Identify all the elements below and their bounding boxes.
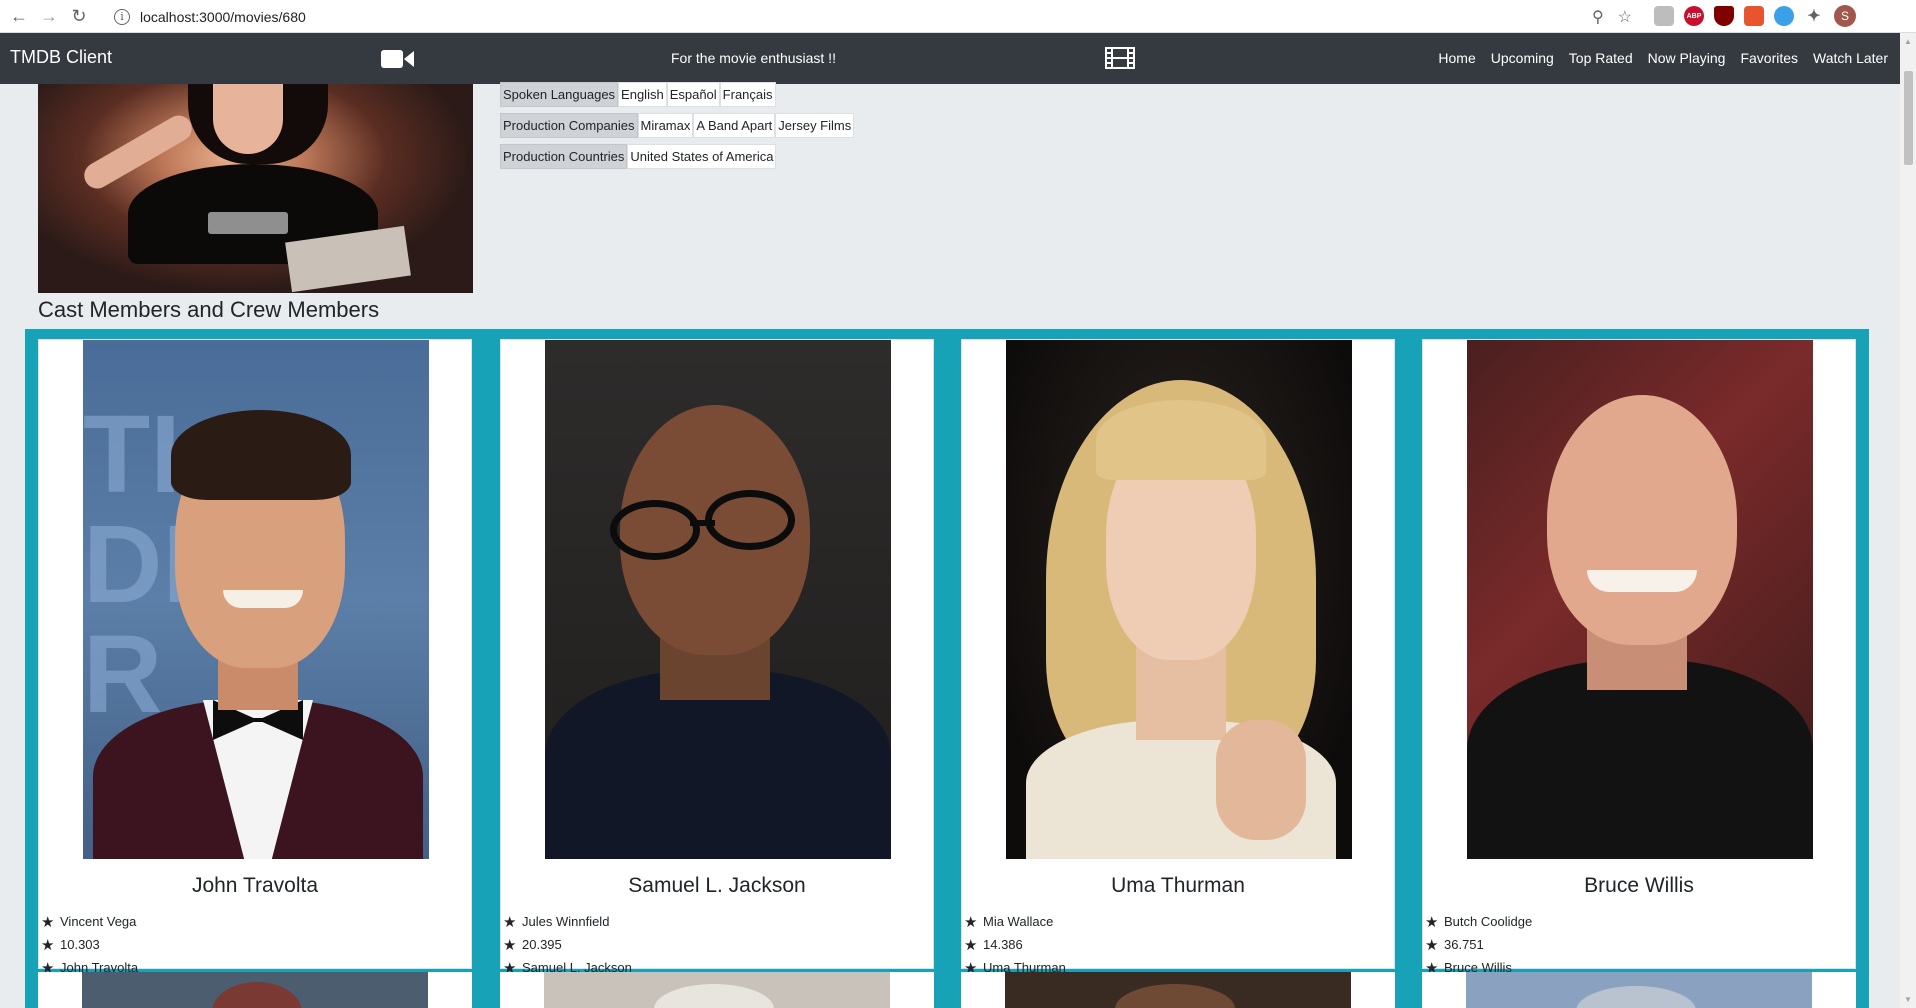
app-navbar: TMDB Client For the movie enthusiast !! … [0, 33, 1900, 84]
production-countries-label: Production Countries [500, 144, 628, 169]
movie-details: Spoken Languages English Español Françai… [500, 82, 855, 175]
cast-name[interactable]: Samuel L. Jackson [501, 874, 933, 898]
cast-popularity: 10.303 [60, 937, 100, 952]
adblock-icon[interactable]: ABP [1684, 6, 1704, 26]
star-icon: ★ [1425, 913, 1439, 931]
cast-card[interactable] [38, 972, 472, 1008]
cast-grid: TI DI R John Travolta ★ Vincent Vega ★ 10.30… [25, 329, 1869, 1008]
cast-name[interactable]: Uma Thurman [962, 874, 1394, 898]
scroll-up-icon[interactable]: ▲ [1904, 37, 1912, 46]
forward-arrow-icon[interactable]: → [34, 1, 64, 31]
ublock-icon[interactable] [1714, 6, 1734, 26]
company-item: A Band Apart [693, 113, 776, 138]
page-scrollbar[interactable]: ▲ ▼ [1900, 33, 1916, 1008]
movie-poster [38, 84, 473, 293]
star-icon: ★ [503, 913, 517, 931]
cast-photo [544, 972, 890, 1008]
brand-logo[interactable]: TMDB Client [10, 47, 112, 68]
nav-links: Home Upcoming Top Rated Now Playing Favo… [1438, 50, 1888, 66]
nav-top-rated[interactable]: Top Rated [1569, 50, 1633, 66]
extensions-bar: ABP ✦ S ⋮ [1654, 5, 1880, 27]
production-companies-row: Production Companies Miramax A Band Apar… [500, 113, 855, 138]
cast-character: Butch Coolidge [1444, 914, 1533, 929]
cast-character: Vincent Vega [60, 914, 137, 929]
cast-card[interactable]: Bruce Willis ★ Butch Coolidge ★ 36.751 ★ Br… [1422, 339, 1856, 977]
star-icon: ★ [1425, 936, 1439, 954]
cast-popularity: 20.395 [522, 937, 562, 952]
cast-popularity: 14.386 [983, 937, 1023, 952]
production-countries-row: Production Countries United States of Am… [500, 144, 854, 169]
browser-toolbar: ← → ↻ i localhost:3000/movies/680 ⚲ ☆ AB… [0, 0, 1916, 33]
company-item: Jersey Films [775, 113, 855, 138]
star-icon: ★ [964, 913, 978, 931]
extension-red-icon[interactable] [1744, 6, 1764, 26]
cast-meta: ★ Jules Winnfield ★ 20.395 ★ Samuel L. Jack… [503, 910, 632, 979]
cast-meta: ★ Mia Wallace ★ 14.386 ★ Uma Thurman [964, 910, 1066, 979]
back-arrow-icon[interactable]: ← [4, 1, 34, 31]
nav-now-playing[interactable]: Now Playing [1648, 50, 1726, 66]
cast-card[interactable] [1422, 972, 1856, 1008]
reload-icon[interactable]: ↻ [64, 1, 94, 31]
cast-popularity: 36.751 [1444, 937, 1484, 952]
bookmark-star-icon[interactable]: ☆ [1618, 7, 1632, 27]
production-companies-label: Production Companies [500, 113, 638, 138]
cast-photo [545, 340, 891, 859]
star-icon: ★ [41, 913, 55, 931]
address-bar[interactable]: i localhost:3000/movies/680 ⚲ ☆ [108, 3, 1638, 30]
star-icon: ★ [503, 936, 517, 954]
cast-card[interactable]: Samuel L. Jackson ★ Jules Winnfield ★ 20.3… [500, 339, 934, 977]
cast-card[interactable] [961, 972, 1395, 1008]
menu-kebab-icon[interactable]: ⋮ [1866, 6, 1880, 26]
cast-photo [82, 972, 428, 1008]
info-icon[interactable]: i [114, 8, 130, 25]
nav-upcoming[interactable]: Upcoming [1491, 50, 1554, 66]
nav-favorites[interactable]: Favorites [1740, 50, 1798, 66]
language-item: English [618, 82, 667, 107]
cast-photo [1006, 340, 1352, 859]
cast-photo [1466, 972, 1812, 1008]
cast-card[interactable]: Uma Thurman ★ Mia Wallace ★ 14.386 ★ Uma Th… [961, 339, 1395, 977]
cast-section-title: Cast Members and Crew Members [38, 297, 380, 322]
profile-avatar[interactable]: S [1834, 5, 1856, 27]
cast-character: Mia Wallace [983, 914, 1054, 929]
cast-name[interactable]: Bruce Willis [1423, 874, 1855, 898]
spoken-languages-label: Spoken Languages [500, 82, 619, 107]
cast-card[interactable]: TI DI R John Travolta ★ Vincent Vega ★ 10.30… [38, 339, 472, 977]
cast-name[interactable]: John Travolta [39, 874, 471, 898]
language-item: Français [719, 82, 776, 107]
country-item: United States of America [627, 144, 777, 169]
cast-photo [1005, 972, 1351, 1008]
scrollbar-thumb[interactable] [1904, 71, 1913, 165]
nav-watch-later[interactable]: Watch Later [1813, 50, 1888, 66]
cast-meta: ★ Butch Coolidge ★ 36.751 ★ Bruce Willis [1425, 910, 1532, 979]
url-text[interactable]: localhost:3000/movies/680 [140, 9, 306, 25]
zoom-icon[interactable]: ⚲ [1592, 7, 1604, 27]
extension-gray-icon[interactable] [1654, 6, 1674, 26]
cloud-icon[interactable] [1774, 6, 1794, 26]
cast-photo: TI DI R [83, 340, 429, 859]
cast-meta: ★ Vincent Vega ★ 10.303 ★ John Travolta [41, 910, 138, 979]
nav-home[interactable]: Home [1438, 50, 1475, 66]
scroll-down-icon[interactable]: ▼ [1904, 995, 1912, 1004]
cast-character: Jules Winnfield [522, 914, 610, 929]
video-camera-icon [381, 49, 415, 74]
puzzle-icon[interactable]: ✦ [1804, 6, 1824, 26]
star-icon: ★ [964, 936, 978, 954]
cast-photo [1467, 340, 1813, 859]
tagline: For the movie enthusiast !! [671, 50, 836, 66]
company-item: Miramax [637, 113, 694, 138]
film-icon [1105, 47, 1135, 74]
language-item: Español [666, 82, 720, 107]
cast-card[interactable] [500, 972, 934, 1008]
star-icon: ★ [41, 936, 55, 954]
spoken-languages-row: Spoken Languages English Español Françai… [500, 82, 854, 107]
